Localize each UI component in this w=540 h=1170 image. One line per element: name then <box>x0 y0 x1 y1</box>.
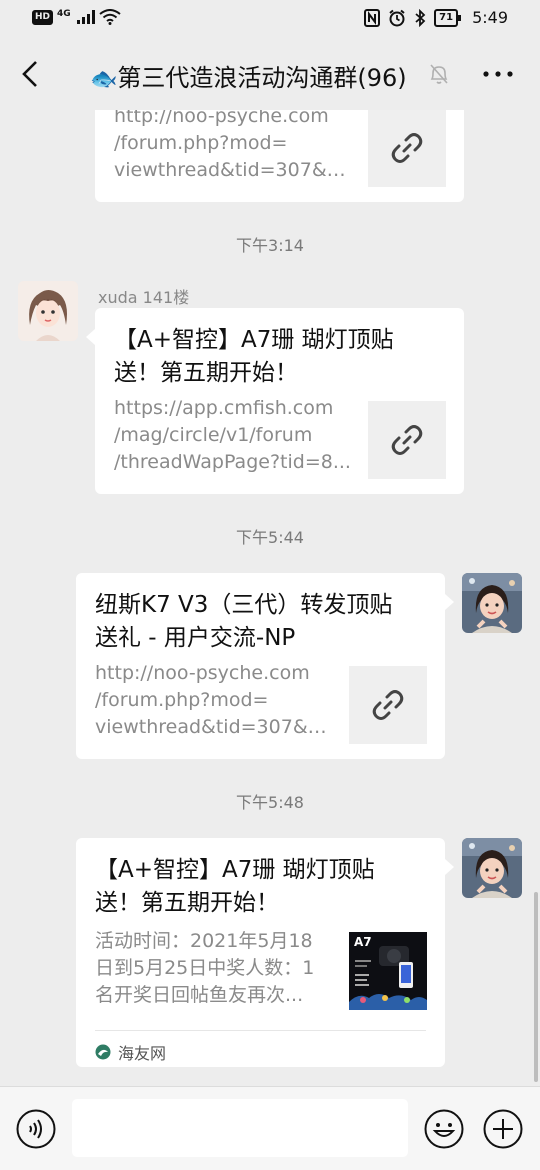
voice-icon[interactable] <box>16 1109 56 1149</box>
bubble-tail <box>86 329 95 345</box>
link-url: https://app.cmfish.com /mag/circle/v1/fo… <box>114 397 351 473</box>
article-card[interactable]: 【A+智控】A7珊 瑚灯顶贴 送！第五期开始！ 活动时间：2021年5月18 日… <box>76 838 445 1067</box>
thumb-label: A7 <box>354 935 372 949</box>
source-logo-icon <box>95 1044 111 1060</box>
link-thumbnail <box>368 110 446 187</box>
battery-icon: 71 <box>434 8 461 27</box>
divider <box>95 1030 426 1031</box>
link-card-3[interactable]: 纽斯K7 V3（三代）转发顶贴 送礼 - 用户交流-NP http://noo-… <box>76 573 445 759</box>
wifi-icon <box>99 9 121 25</box>
plus-icon[interactable] <box>483 1109 523 1149</box>
link-title: 纽斯K7 V3（三代）转发顶贴 送礼 - 用户交流-NP <box>95 592 393 651</box>
message-list[interactable]: http://noo-psyche.com /forum.php?mod= vi… <box>0 110 540 1086</box>
avatar-child-icon <box>462 573 522 633</box>
input-bar <box>0 1086 540 1170</box>
signal-icon <box>76 10 95 24</box>
avatar-child-icon <box>462 838 522 898</box>
bubble-tail <box>445 594 454 610</box>
bluetooth-icon <box>415 8 426 27</box>
avatar-xuda[interactable] <box>18 281 78 341</box>
emoji-icon[interactable] <box>424 1109 464 1149</box>
status-bar: HD 4G 71 5:49 <box>0 0 540 38</box>
link-url: http://noo-psyche.com /forum.php?mod= vi… <box>95 662 333 738</box>
article-thumbnail: A7 <box>349 932 427 1010</box>
message-input[interactable] <box>72 1099 408 1157</box>
source-name: 海友网 <box>118 1044 167 1063</box>
timestamp: 下午5:44 <box>236 528 304 547</box>
status-time: 5:49 <box>472 8 508 27</box>
scrollbar[interactable] <box>534 892 538 1082</box>
link-icon <box>391 133 423 163</box>
alarm-icon <box>389 9 405 26</box>
article-title: 【A+智控】A7珊 瑚灯顶贴 送！第五期开始！ <box>95 857 375 916</box>
chat-title: 🐟第三代造浪活动沟通群(96) <box>90 58 407 93</box>
sender-name: xuda 141楼 <box>98 288 190 307</box>
article-source: 海友网 <box>95 1040 166 1064</box>
mute-bell-icon <box>430 64 448 84</box>
chat-header: 🐟第三代造浪活动沟通群(96) <box>0 38 540 110</box>
link-title: 【A+智控】A7珊 瑚灯顶贴 送！第五期开始！ <box>114 327 394 386</box>
link-card-2[interactable]: 【A+智控】A7珊 瑚灯顶贴 送！第五期开始！ https://app.cmfi… <box>95 308 464 494</box>
nfc-icon <box>364 8 381 27</box>
avatar-self[interactable] <box>462 573 522 633</box>
link-icon <box>372 690 404 720</box>
bubble-tail <box>445 859 454 875</box>
avatar-self[interactable] <box>462 838 522 898</box>
timestamp: 下午5:48 <box>236 793 304 812</box>
timestamp: 下午3:14 <box>236 236 304 255</box>
link-url: http://noo-psyche.com /forum.php?mod= vi… <box>114 110 352 181</box>
back-arrow-icon[interactable] <box>18 58 48 90</box>
link-thumbnail <box>349 666 427 744</box>
status-left: HD 4G <box>32 9 121 25</box>
more-dots-icon[interactable] <box>482 62 514 86</box>
chat-title-text: 第三代造浪活动沟通群(96) <box>117 64 407 92</box>
hd-icon: HD <box>32 9 54 25</box>
status-right: 71 5:49 <box>364 8 508 27</box>
network-type: 4G <box>57 9 71 19</box>
avatar-girl-icon <box>18 281 78 341</box>
link-icon <box>391 425 423 455</box>
link-card-1[interactable]: http://noo-psyche.com /forum.php?mod= vi… <box>95 110 464 202</box>
link-thumbnail <box>368 401 446 479</box>
article-summary: 活动时间：2021年5月18 日到5月25日中奖人数：1 名开奖日回帖鱼友再次.… <box>95 930 315 1006</box>
fish-emoji: 🐟 <box>90 67 118 92</box>
